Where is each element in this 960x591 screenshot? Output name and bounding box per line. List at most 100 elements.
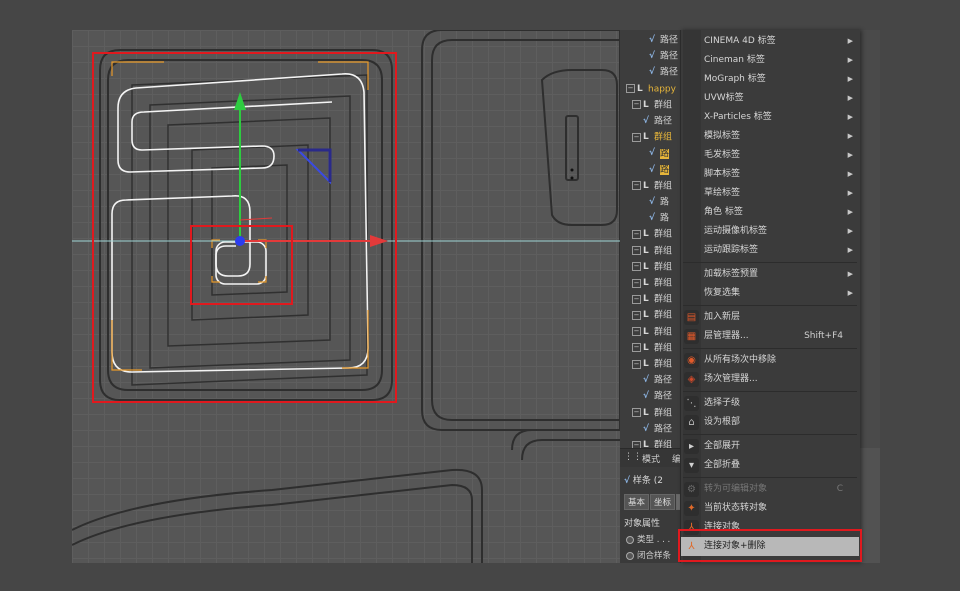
expand-toggle-icon[interactable]: −: [632, 246, 641, 256]
expand-toggle-icon[interactable]: [632, 424, 641, 433]
keyframe-radio-icon[interactable]: [626, 535, 634, 544]
tree-row[interactable]: − L 群组: [620, 356, 680, 372]
expand-toggle-icon[interactable]: [638, 198, 647, 207]
viewport-3d[interactable]: [72, 30, 620, 563]
expand-toggle-icon[interactable]: −: [632, 278, 641, 288]
null-object-icon: L: [643, 407, 649, 418]
keyframe-radio-icon[interactable]: [626, 551, 634, 560]
menu-item-label: MoGraph 标签: [704, 74, 766, 84]
tree-row[interactable]: − L 群组: [620, 97, 680, 113]
tree-row[interactable]: − Lhappy: [620, 81, 680, 97]
null-object-icon: L: [643, 359, 649, 369]
menu-item[interactable]: ▤ 加入新层: [681, 308, 859, 327]
menu-item[interactable]: ◉ 从所有场次中移除: [681, 351, 859, 370]
expand-toggle-icon[interactable]: −: [632, 262, 641, 272]
tree-row[interactable]: − L 群组: [620, 307, 680, 323]
tree-row[interactable]: − L 群组: [620, 259, 680, 275]
tree-row[interactable]: − L 群组: [620, 324, 680, 340]
menu-item[interactable]: 恢复选集 ▶: [681, 284, 859, 303]
tree-row-label: 路径: [660, 51, 679, 62]
gizmo-origin[interactable]: [235, 236, 245, 246]
menu-item[interactable]: MoGraph 标签 ▶: [681, 70, 859, 89]
expand-toggle-icon[interactable]: [638, 165, 647, 174]
expand-toggle-icon[interactable]: −: [632, 294, 641, 304]
null-object-icon: L: [643, 99, 649, 110]
menu-item[interactable]: 草绘标签 ▶: [681, 184, 859, 203]
tree-row[interactable]: √ 路: [620, 145, 680, 161]
expand-toggle-icon[interactable]: [632, 117, 641, 126]
expand-toggle-icon[interactable]: [638, 68, 647, 77]
menu-item[interactable]: ⋱ 选择子级: [681, 394, 859, 413]
expand-toggle-icon[interactable]: [638, 52, 647, 61]
tab-coord[interactable]: 坐标: [650, 494, 676, 510]
menu-item-label: 加入新层: [704, 312, 741, 322]
submenu-arrow-icon: ▶: [847, 227, 853, 235]
menu-item[interactable]: ✦ 当前状态转对象: [681, 499, 859, 518]
tree-row[interactable]: − L 群组: [620, 226, 680, 242]
menu-item[interactable]: 脚本标签 ▶: [681, 165, 859, 184]
menu-item[interactable]: ▦ 层管理器... Shift+F4: [681, 327, 859, 346]
menu-item[interactable]: UVW标签 ▶: [681, 89, 859, 108]
expand-toggle-icon[interactable]: −: [632, 132, 641, 142]
tree-row[interactable]: √ 路径: [620, 421, 680, 437]
object-tree[interactable]: √ 路径 √ 路径 √ 路径 − Lhappy − L 群组 √ 路径 − L 群组 √ 路 √ 路 − L 群组 √ 路 √ 路 −…: [620, 30, 680, 451]
menu-item[interactable]: CINEMA 4D 标签 ▶: [681, 32, 859, 51]
tree-row[interactable]: √ 路径: [620, 113, 680, 129]
tree-row[interactable]: √ 路径: [620, 388, 680, 404]
menu-item[interactable]: 运动跟踪标签 ▶: [681, 241, 859, 260]
tree-row[interactable]: − L 群组: [620, 405, 680, 421]
tree-row[interactable]: √ 路: [620, 194, 680, 210]
expand-toggle-icon[interactable]: −: [632, 327, 641, 337]
tree-row[interactable]: − L 群组: [620, 340, 680, 356]
menu-item[interactable]: 运动摄像机标签 ▶: [681, 222, 859, 241]
tree-row[interactable]: √ 路径: [620, 372, 680, 388]
expand-toggle-icon[interactable]: −: [632, 229, 641, 239]
expand-toggle-icon[interactable]: −: [626, 84, 635, 94]
menu-item[interactable]: 毛发标签 ▶: [681, 146, 859, 165]
tree-row[interactable]: − L 群组: [620, 291, 680, 307]
expand-toggle-icon[interactable]: [632, 376, 641, 385]
null-object-icon: L: [643, 180, 649, 191]
submenu-arrow-icon: ▶: [847, 208, 853, 216]
tree-row[interactable]: − L 群组: [620, 275, 680, 291]
menu-item[interactable]: Cineman 标签 ▶: [681, 51, 859, 70]
tree-row[interactable]: − L 群组: [620, 243, 680, 259]
expand-toggle-icon[interactable]: −: [632, 100, 641, 110]
menu-item[interactable]: ◈ 场次管理器...: [681, 370, 859, 389]
menu-item[interactable]: ▸ 全部展开: [681, 437, 859, 456]
expand-toggle-icon[interactable]: −: [632, 310, 641, 320]
prop-closed-spline[interactable]: 闭合样条: [626, 549, 671, 561]
expand-toggle-icon[interactable]: −: [632, 181, 641, 191]
expand-toggle-icon[interactable]: −: [632, 408, 641, 418]
menu-item[interactable]: ⌂ 设为根部: [681, 413, 859, 432]
connect-objects-icon: ⅄: [684, 520, 699, 535]
expand-toggle-icon[interactable]: −: [632, 359, 641, 369]
expand-toggle-icon[interactable]: [638, 36, 647, 45]
expand-toggle-icon[interactable]: [638, 149, 647, 158]
tree-row[interactable]: √ 路径: [620, 32, 680, 48]
menu-item-label: 全部展开: [704, 441, 741, 451]
menu-mode[interactable]: 模式: [642, 452, 660, 465]
menu-item[interactable]: 模拟标签 ▶: [681, 127, 859, 146]
menu-item[interactable]: ▾ 全部折叠: [681, 456, 859, 475]
prop-type[interactable]: 类型 . . .: [626, 533, 670, 545]
expand-toggle-icon[interactable]: [638, 214, 647, 223]
x-axis-arrow[interactable]: [370, 235, 388, 247]
menu-item[interactable]: X-Particles 标签 ▶: [681, 108, 859, 127]
tree-row[interactable]: √ 路径: [620, 64, 680, 80]
menu-item-label: UVW标签: [704, 93, 744, 103]
menu-item[interactable]: 加载标签预置 ▶: [681, 265, 859, 284]
tree-row[interactable]: − L 群组: [620, 129, 680, 145]
menu-item-label: 选择子级: [704, 398, 741, 408]
expand-toggle-icon[interactable]: −: [632, 343, 641, 353]
expand-toggle-icon[interactable]: [632, 392, 641, 401]
tree-row[interactable]: √ 路径: [620, 48, 680, 64]
tree-row[interactable]: √ 路: [620, 210, 680, 226]
tree-row[interactable]: √ 路: [620, 162, 680, 178]
menu-item[interactable]: 角色 标签 ▶: [681, 203, 859, 222]
tab-basic[interactable]: 基本: [624, 494, 650, 510]
menu-item[interactable]: ⅄ 连接对象: [681, 518, 859, 537]
menu-item[interactable]: ⅄ 连接对象+删除: [681, 537, 859, 556]
tree-row[interactable]: − L 群组: [620, 178, 680, 194]
spline-icon: √: [649, 51, 656, 62]
